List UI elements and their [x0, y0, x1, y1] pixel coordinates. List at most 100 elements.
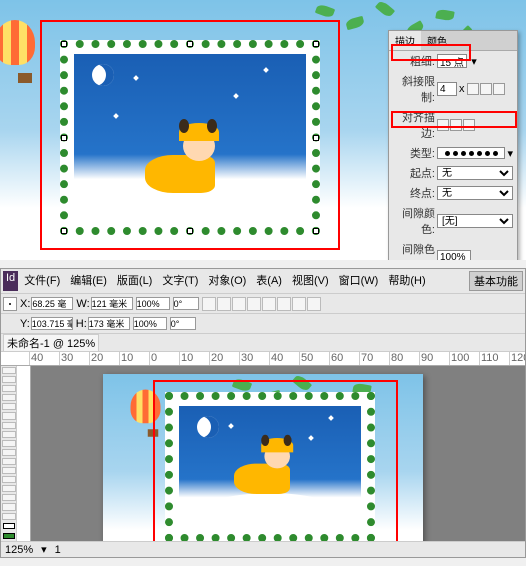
cap-round-icon[interactable] [480, 83, 492, 95]
chevron-down-icon[interactable]: ▾ [507, 147, 513, 160]
align-label: 对齐描边: [393, 109, 435, 141]
y-label: Y: [20, 318, 30, 330]
cap-butt-icon[interactable] [467, 83, 479, 95]
photo-content-2 [179, 406, 361, 528]
y-input[interactable] [31, 317, 73, 330]
green-dotted-frame-2[interactable] [165, 392, 375, 541]
scaley-input[interactable] [133, 317, 167, 330]
stepper-icon[interactable]: ▾ [469, 55, 479, 68]
fill-swatch[interactable] [3, 523, 15, 529]
tab-stroke[interactable]: 描边 [389, 31, 421, 50]
line-tool-icon[interactable] [2, 412, 16, 419]
miter-label: 斜接限制: [393, 73, 435, 105]
weight-input[interactable] [437, 54, 467, 68]
menu-type[interactable]: 文字(T) [158, 271, 202, 291]
effects-icon[interactable] [262, 297, 276, 311]
miter-x: x [459, 83, 465, 95]
scalex-input[interactable] [136, 297, 170, 310]
top-screenshot: 描边 颜色 粗细: ▾ 斜接限制: x 对齐描边: 类型: ▾ 起点: 无 [0, 0, 526, 260]
flip-v-icon[interactable] [217, 297, 231, 311]
doc-tab[interactable]: 未命名-1 @ 125% [3, 334, 99, 352]
moon-icon-2 [197, 416, 219, 438]
doc-tab-bar: 未命名-1 @ 125% [1, 334, 525, 352]
selection-tool-icon[interactable] [2, 367, 16, 374]
eyedropper-tool-icon[interactable] [2, 494, 16, 501]
cap-buttons [467, 83, 505, 95]
menu-view[interactable]: 视图(V) [288, 271, 333, 291]
type-tool-icon[interactable] [2, 403, 16, 410]
gap-tool-icon[interactable] [2, 394, 16, 401]
fill-icon[interactable] [232, 297, 246, 311]
page-tool-icon[interactable] [2, 385, 16, 392]
ref-point-icon[interactable] [3, 297, 17, 311]
chevron-down-icon[interactable]: ▾ [41, 543, 47, 556]
align-inside-icon[interactable] [450, 119, 462, 131]
x-input[interactable] [31, 297, 73, 310]
end-dropdown[interactable]: 无 [437, 186, 513, 200]
transform-tool-icon[interactable] [2, 467, 16, 474]
shear-input[interactable] [170, 317, 196, 330]
control-bar: X: W: [1, 294, 525, 314]
page-nav[interactable]: 1 [55, 544, 61, 556]
gap-color-dropdown[interactable]: [无] [437, 214, 513, 228]
tab-color[interactable]: 颜色 [421, 31, 453, 50]
corner-icon[interactable] [292, 297, 306, 311]
menu-object[interactable]: 对象(O) [204, 271, 250, 291]
direct-select-tool-icon[interactable] [2, 376, 16, 383]
menu-table[interactable]: 表(A) [252, 271, 286, 291]
workspace [1, 366, 525, 541]
pencil-tool-icon[interactable] [2, 431, 16, 438]
start-label: 起点: [393, 165, 435, 181]
stroke-swatch[interactable] [3, 533, 15, 539]
miter-input[interactable] [437, 82, 457, 96]
stroke-icon[interactable] [247, 297, 261, 311]
statusbar: 125% ▾ 1 [1, 541, 525, 557]
hand-tool-icon[interactable] [2, 503, 16, 510]
weight-label: 粗细: [393, 53, 435, 69]
gradient-tool-icon[interactable] [2, 476, 16, 483]
type-label: 类型: [393, 145, 435, 161]
photo-content [74, 54, 306, 221]
align-icon[interactable] [307, 297, 321, 311]
gap-tint-label: 间隙色调: [393, 241, 435, 260]
menu-window[interactable]: 窗口(W) [335, 271, 383, 291]
document-page[interactable] [103, 374, 423, 541]
stroke-type-dropdown[interactable] [437, 147, 505, 159]
menubar: Id 文件(F) 编辑(E) 版面(L) 文字(T) 对象(O) 表(A) 视图… [1, 269, 525, 294]
rotate-input[interactable] [173, 297, 199, 310]
wrap-icon[interactable] [277, 297, 291, 311]
stroke-panel[interactable]: 描边 颜色 粗细: ▾ 斜接限制: x 对齐描边: 类型: ▾ 起点: 无 [388, 30, 518, 260]
start-dropdown[interactable]: 无 [437, 166, 513, 180]
ruler-vertical [17, 366, 31, 541]
menu-edit[interactable]: 编辑(E) [66, 271, 111, 291]
control-bar-2: Y: H: [1, 314, 525, 334]
cap-square-icon[interactable] [493, 83, 505, 95]
x-label: X: [20, 298, 30, 310]
rect-frame-tool-icon[interactable] [2, 440, 16, 447]
workspace-switcher[interactable]: 基本功能 [469, 271, 523, 291]
canvas-area[interactable] [31, 366, 525, 541]
zoom-tool-icon[interactable] [2, 513, 16, 520]
panel-tabs: 描边 颜色 [389, 31, 517, 51]
menu-help[interactable]: 帮助(H) [384, 271, 429, 291]
scissors-tool-icon[interactable] [2, 458, 16, 465]
indesign-window: Id 文件(F) 编辑(E) 版面(L) 文字(T) 对象(O) 表(A) 视图… [0, 268, 526, 558]
end-label: 终点: [393, 185, 435, 201]
menu-file[interactable]: 文件(F) [20, 271, 64, 291]
h-input[interactable] [88, 317, 130, 330]
w-label: W: [76, 298, 89, 310]
menu-layout[interactable]: 版面(L) [113, 271, 156, 291]
w-input[interactable] [91, 297, 133, 310]
gap-tint-input[interactable] [437, 250, 471, 260]
flip-h-icon[interactable] [202, 297, 216, 311]
pen-tool-icon[interactable] [2, 422, 16, 429]
baby-figure [135, 123, 245, 203]
green-dotted-frame[interactable] [60, 40, 320, 235]
align-outside-icon[interactable] [463, 119, 475, 131]
ruler-horizontal: 403020100102030405060708090100110120 [1, 352, 525, 366]
zoom-level[interactable]: 125% [5, 544, 33, 556]
align-buttons [437, 119, 475, 131]
align-center-icon[interactable] [437, 119, 449, 131]
note-tool-icon[interactable] [2, 485, 16, 492]
rect-tool-icon[interactable] [2, 449, 16, 456]
